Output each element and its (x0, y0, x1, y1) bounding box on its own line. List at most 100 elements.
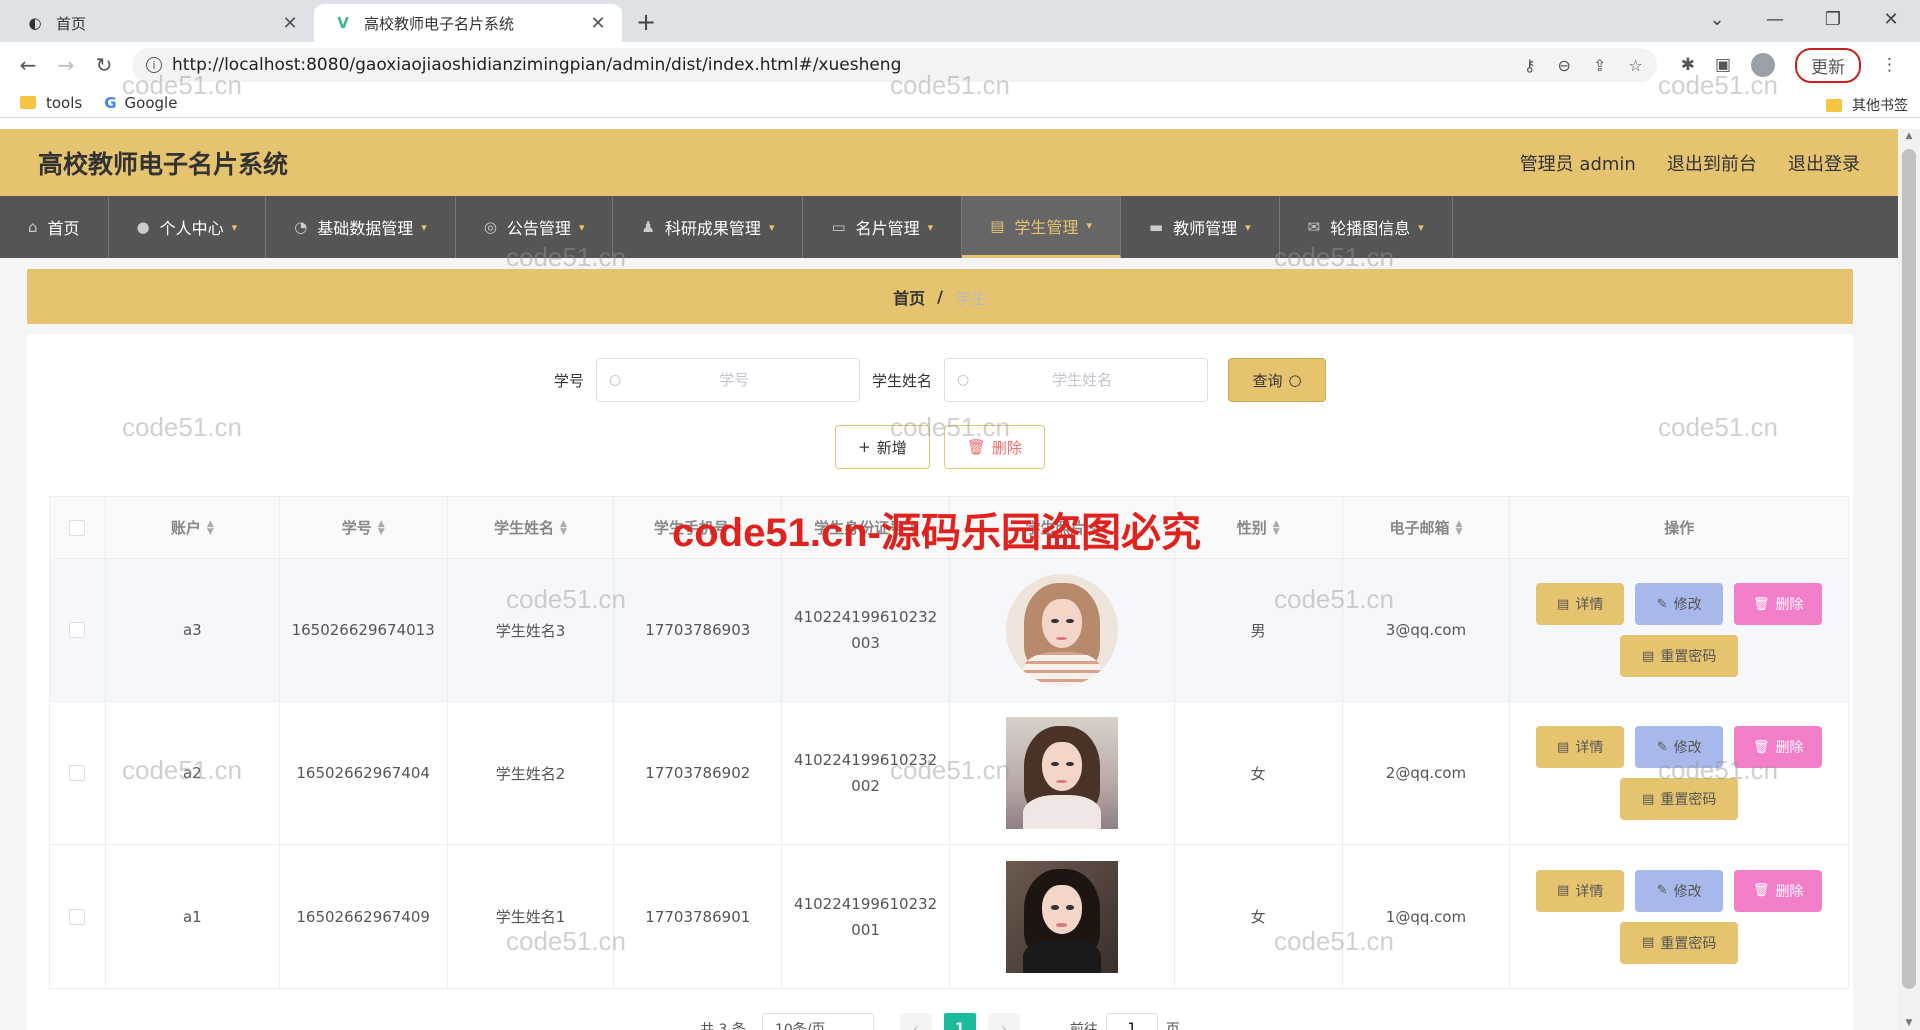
minimize-icon[interactable]: — (1746, 0, 1804, 38)
select-all-checkbox[interactable] (69, 519, 86, 536)
student-no-field[interactable]: ○ (596, 358, 860, 402)
browser-tab-home[interactable]: ◐ 首页 ✕ (6, 4, 314, 42)
col-photo[interactable]: 学生照片 ▲ ▼ (950, 497, 1175, 558)
col-name[interactable]: 学生姓名 ▲ ▼ (448, 497, 615, 558)
col-student-no[interactable]: 学号 ▲ ▼ (280, 497, 448, 558)
menu-item-personal[interactable]: ● 个人中心 ▾ (109, 196, 267, 258)
cell-student-no: 165026629674013 (280, 559, 448, 701)
student-no-input[interactable] (621, 371, 847, 389)
detail-button[interactable]: ▤ 详情 (1536, 869, 1625, 912)
edit-button[interactable]: ✎ 修改 (1635, 869, 1724, 912)
exit-to-front-link[interactable]: 退出到前台 (1667, 154, 1757, 175)
edit-button[interactable]: ✎ 修改 (1635, 726, 1724, 768)
goto-page-input[interactable] (1105, 1013, 1158, 1030)
col-gender[interactable]: 性别 ▲ ▼ (1175, 497, 1343, 558)
chevron-down-icon[interactable]: ⌄ (1688, 0, 1746, 38)
close-icon[interactable]: ✕ (280, 13, 300, 34)
delete-button[interactable]: 🗑 删除 (1734, 869, 1823, 912)
sidepanel-icon[interactable]: ▣ (1715, 55, 1731, 75)
other-bookmarks[interactable]: 其他书签 (1826, 95, 1908, 115)
col-id-card[interactable]: 学生身份证号 ▲ ▼ (782, 497, 951, 558)
batch-delete-button[interactable]: 🗑 删除 (943, 425, 1045, 469)
student-photo[interactable] (1005, 717, 1118, 829)
row-checkbox[interactable] (69, 765, 86, 781)
table-row[interactable]: a2 16502662967404 学生姓名2 17703786902 4102… (50, 702, 1848, 845)
table-row[interactable]: a3 165026629674013 学生姓名3 17703786903 410… (50, 559, 1848, 702)
bookmark-google[interactable]: G Google (104, 94, 177, 112)
sort-icon[interactable]: ▲ ▼ (910, 519, 917, 536)
info-icon[interactable]: i (146, 57, 162, 73)
menu-item-teachers[interactable]: ▬ 教师管理 ▾ (1121, 196, 1280, 258)
cell-id-card: 410224199610232002 (782, 702, 951, 844)
reset-password-button[interactable]: ▤ 重置密码 (1620, 635, 1739, 677)
more-menu-icon[interactable]: ⋮ (1881, 55, 1898, 75)
back-icon[interactable]: ← (12, 53, 44, 77)
add-button[interactable]: + 新增 (835, 425, 930, 469)
scroll-down-icon[interactable]: ▼ (1898, 1018, 1920, 1028)
url-field[interactable]: i http://localhost:8080/gaoxiaojiaoshidi… (132, 48, 1657, 82)
sort-icon[interactable]: ▲ ▼ (378, 519, 385, 536)
query-button[interactable]: 查询 ○ (1228, 358, 1327, 402)
sort-icon[interactable]: ▲ ▼ (560, 519, 567, 536)
edit-button[interactable]: ✎ 修改 (1635, 583, 1724, 625)
menu-item-basic-data[interactable]: ◔ 基础数据管理 ▾ (266, 196, 456, 258)
menu-item-card[interactable]: ▭ 名片管理 ▾ (803, 196, 963, 258)
profile-avatar-icon[interactable] (1751, 53, 1775, 77)
sort-icon[interactable]: ▲ ▼ (1456, 519, 1463, 536)
star-icon[interactable]: ☆ (1628, 56, 1642, 75)
reset-password-button[interactable]: ▤ 重置密码 (1620, 921, 1739, 964)
update-button[interactable]: 更新 (1795, 47, 1861, 83)
extensions-icon[interactable]: ✱ (1681, 55, 1695, 75)
col-email[interactable]: 电子邮箱 ▲ ▼ (1343, 497, 1511, 558)
close-window-icon[interactable]: ✕ (1862, 0, 1920, 38)
menu-item-home[interactable]: ⌂ 首页 (0, 196, 109, 258)
reload-icon[interactable]: ↻ (88, 53, 120, 77)
row-checkbox[interactable] (69, 622, 86, 638)
column-label: 性别 (1236, 519, 1267, 537)
menu-item-research[interactable]: ♟ 科研成果管理 ▾ (613, 196, 804, 258)
delete-button[interactable]: 🗑 删除 (1734, 583, 1823, 625)
table-row[interactable]: a1 16502662967409 学生姓名1 17703786901 4102… (50, 845, 1848, 988)
edit-label: 修改 (1673, 740, 1702, 756)
scroll-up-icon[interactable]: ▲ (1898, 131, 1920, 141)
close-icon[interactable]: ✕ (588, 13, 608, 34)
student-name-field[interactable]: ○ (944, 358, 1209, 402)
browser-tab-app[interactable]: V 高校教师电子名片系统 ✕ (314, 4, 622, 42)
student-name-input[interactable] (969, 371, 1196, 389)
detail-button[interactable]: ▤ 详情 (1536, 583, 1625, 625)
menu-item-carousel[interactable]: ✉ 轮播图信息 ▾ (1280, 196, 1453, 258)
col-phone[interactable]: 学生手机号 ▲ ▼ (614, 497, 783, 558)
prev-page-icon[interactable]: ‹ (899, 1013, 932, 1030)
zoom-icon[interactable]: ⊖ (1558, 56, 1571, 75)
logout-link[interactable]: 退出登录 (1788, 154, 1860, 175)
reset-password-button[interactable]: ▤ 重置密码 (1620, 778, 1739, 820)
new-tab-icon[interactable]: + (636, 8, 656, 36)
scrollbar-thumb[interactable] (1902, 149, 1916, 989)
student-photo[interactable] (1005, 574, 1118, 686)
col-account[interactable]: 账户 ▲ ▼ (106, 497, 280, 558)
delete-button[interactable]: 🗑 删除 (1734, 726, 1823, 768)
sort-icon[interactable]: ▲ ▼ (207, 519, 214, 536)
forward-icon[interactable]: → (50, 53, 82, 77)
bookmark-tools[interactable]: tools (20, 94, 82, 112)
url-text[interactable]: http://localhost:8080/gaoxiaojiaoshidian… (172, 55, 1502, 75)
next-page-icon[interactable]: › (987, 1013, 1020, 1030)
page-size-select[interactable]: 10条/页 ⌄ (761, 1013, 874, 1030)
key-icon[interactable]: ⚷ (1524, 56, 1536, 75)
menu-item-students[interactable]: ▤ 学生管理 ▾ (962, 196, 1121, 258)
row-checkbox[interactable] (69, 908, 86, 925)
page-number[interactable]: 1 (943, 1013, 976, 1030)
sort-icon[interactable]: ▲ ▼ (1091, 519, 1098, 536)
share-icon[interactable]: ⇪ (1593, 56, 1606, 75)
student-photo[interactable] (1005, 860, 1118, 973)
chevron-down-icon: ▾ (231, 220, 238, 234)
page-scrollbar[interactable]: ▲ ▼ (1898, 129, 1920, 1030)
breadcrumb-home[interactable]: 首页 (893, 285, 925, 309)
menu-item-notice[interactable]: ◎ 公告管理 ▾ (456, 196, 614, 258)
sort-icon[interactable]: ▲ ▼ (1273, 519, 1280, 536)
reset-label: 重置密码 (1660, 649, 1717, 665)
restore-icon[interactable]: ❐ (1804, 0, 1862, 38)
detail-button[interactable]: ▤ 详情 (1536, 726, 1625, 768)
sort-icon[interactable]: ▲ ▼ (735, 519, 742, 536)
chevron-down-icon: ▾ (578, 220, 585, 234)
